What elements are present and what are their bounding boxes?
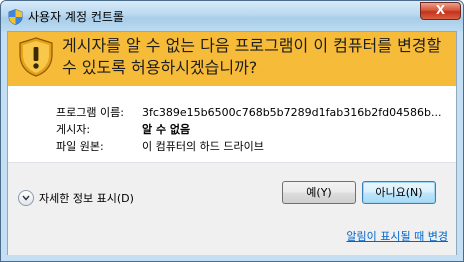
notification-settings-link[interactable]: 알림이 표시될 때 변경 xyxy=(346,228,448,244)
chevron-down-icon[interactable] xyxy=(18,190,34,206)
show-details-toggle[interactable]: 자세한 정보 표시(D) xyxy=(18,189,134,207)
warning-banner: 게시자를 알 수 없는 다음 프로그램이 이 컴퓨터를 변경할 수 있도록 허용… xyxy=(8,32,456,86)
dialog-footer: 자세한 정보 표시(D) 예(Y) 아니요(N) 알림이 표시될 때 변경 xyxy=(8,163,456,255)
program-name-value: 3fc389e15b6500c768b5b7289d1fab316b2fd045… xyxy=(142,106,442,119)
file-origin-label: 파일 원본: xyxy=(56,140,104,153)
uac-dialog-window: 사용자 계정 컨트롤 X 게시자를 알 수 없는 다음 프로그램이 이 컴퓨터를… xyxy=(0,0,464,262)
warning-shield-icon xyxy=(19,37,53,77)
yes-button[interactable]: 예(Y) xyxy=(282,181,356,204)
show-details-label[interactable]: 자세한 정보 표시(D) xyxy=(39,190,134,206)
dialog-content: 게시자를 알 수 없는 다음 프로그램이 이 컴퓨터를 변경할 수 있도록 허용… xyxy=(7,31,457,255)
publisher-value: 알 수 없음 xyxy=(142,123,191,136)
uac-question: 게시자를 알 수 없는 다음 프로그램이 이 컴퓨터를 변경할 수 있도록 허용… xyxy=(62,36,442,77)
publisher-label: 게시자: xyxy=(56,123,91,136)
program-name-label: 프로그램 이름: xyxy=(56,106,124,119)
file-origin-value: 이 컴퓨터의 하드 드라이브 xyxy=(142,140,264,153)
title-bar[interactable]: 사용자 계정 컨트롤 X xyxy=(1,1,463,32)
uac-shield-icon xyxy=(8,9,23,25)
close-button[interactable]: X xyxy=(420,2,461,20)
window-title: 사용자 계정 컨트롤 xyxy=(28,10,124,24)
no-button[interactable]: 아니요(N) xyxy=(362,181,436,204)
